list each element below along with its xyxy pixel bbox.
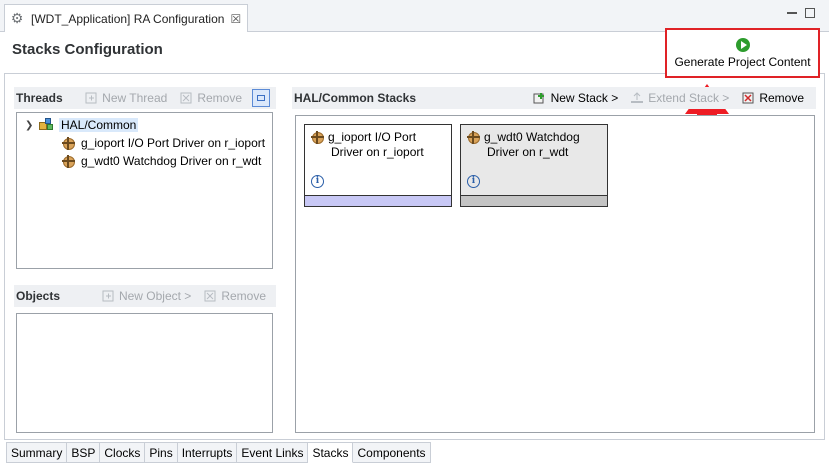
new-stack-icon [533, 92, 547, 104]
extend-stack-icon [630, 92, 644, 104]
module-icon [62, 136, 75, 150]
tab-pins[interactable]: Pins [145, 442, 178, 463]
editor-tab[interactable]: ⚙ [WDT_Application] RA Configuration ☒ [4, 4, 248, 32]
tab-stacks[interactable]: Stacks [308, 442, 354, 463]
stack-card-ioport[interactable]: g_ioport I/O Port Driver on r_ioport i [304, 124, 452, 207]
remove-icon [203, 290, 217, 302]
stack-card-footer [305, 195, 451, 206]
tab-event-links[interactable]: Event Links [237, 442, 309, 463]
info-icon[interactable]: i [467, 175, 480, 188]
threads-title: Threads [16, 91, 63, 105]
tab-summary[interactable]: Summary [6, 442, 68, 463]
generate-project-content-label: Generate Project Content [674, 54, 811, 69]
tree-root-label: HAL/Common [59, 118, 139, 132]
stack-card-title: g_ioport I/O Port [328, 130, 417, 144]
stack-card-footer [461, 195, 607, 206]
chevron-down-icon[interactable]: ❯ [25, 120, 39, 131]
module-icon [311, 131, 324, 144]
remove-thread-button[interactable]: Remove [179, 91, 242, 105]
hal-common-icon [39, 118, 55, 132]
tab-clocks[interactable]: Clocks [100, 442, 146, 463]
stack-card-subtitle: Driver on r_ioport [331, 145, 424, 159]
info-icon[interactable]: i [311, 175, 324, 188]
stack-card-title: g_wdt0 Watchdog [484, 130, 580, 144]
play-icon [735, 37, 750, 52]
hal-stacks-header: HAL/Common Stacks New Stack > Extend Sta… [292, 87, 816, 109]
new-object-button[interactable]: New Object > [101, 289, 191, 303]
window-buttons [787, 8, 815, 18]
editor-tab-title: [WDT_Application] RA Configuration [31, 11, 225, 26]
threads-tree: ❯ HAL/Common g_ioport I/O Port Driver on… [16, 112, 273, 269]
tab-components[interactable]: Components [353, 442, 431, 463]
objects-panel [16, 313, 273, 433]
collapse-icon [257, 95, 265, 101]
objects-header: Objects New Object > Remove [14, 285, 276, 307]
tree-item-label: g_ioport I/O Port Driver on r_ioport [81, 136, 266, 150]
tree-item-label: g_wdt0 Watchdog Driver on r_wdt [81, 154, 262, 168]
new-stack-button[interactable]: New Stack > [533, 91, 618, 105]
remove-object-button[interactable]: Remove [203, 289, 266, 303]
close-icon[interactable]: ☒ [230, 12, 241, 26]
stack-card-subtitle: Driver on r_wdt [487, 145, 569, 159]
maximize-button[interactable] [805, 8, 815, 18]
collapse-all-button[interactable] [252, 89, 270, 107]
tab-interrupts[interactable]: Interrupts [177, 442, 238, 463]
stack-card-wdt[interactable]: g_wdt0 Watchdog Driver on r_wdt i [460, 124, 608, 207]
new-thread-button[interactable]: New Thread [84, 91, 167, 105]
extend-stack-button[interactable]: Extend Stack > [630, 91, 729, 105]
generate-project-content-button[interactable]: Generate Project Content [669, 33, 816, 73]
remove-icon [179, 92, 193, 104]
new-object-icon [101, 290, 115, 302]
threads-header: Threads New Thread Remove [14, 87, 276, 109]
tree-item-ioport[interactable]: g_ioport I/O Port Driver on r_ioport [62, 136, 265, 150]
gear-icon: ⚙ [10, 10, 24, 26]
objects-title: Objects [16, 289, 61, 303]
remove-icon [741, 92, 755, 104]
remove-stack-button[interactable]: Remove [741, 91, 804, 105]
generate-highlight-box: Generate Project Content [665, 28, 820, 78]
new-thread-icon [84, 92, 98, 104]
module-icon [62, 154, 75, 168]
tab-bsp[interactable]: BSP [67, 442, 101, 463]
configuration-tabs: Summary BSP Clocks Pins Interrupts Event… [6, 442, 431, 464]
tree-item-wdt[interactable]: g_wdt0 Watchdog Driver on r_wdt [62, 154, 261, 168]
module-icon [467, 131, 480, 144]
hal-stacks-title: HAL/Common Stacks [294, 91, 417, 105]
tree-item-hal-common[interactable]: ❯ HAL/Common [25, 118, 139, 132]
minimize-button[interactable] [787, 8, 797, 14]
page-title: Stacks Configuration [12, 41, 163, 58]
